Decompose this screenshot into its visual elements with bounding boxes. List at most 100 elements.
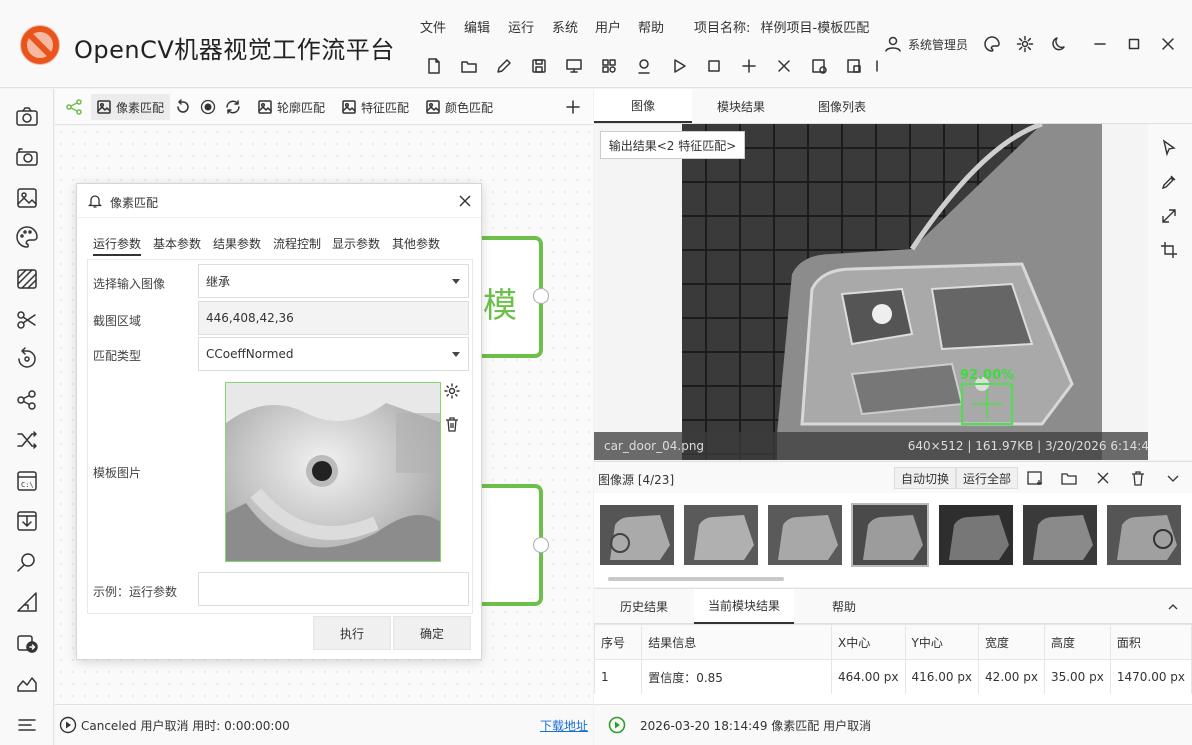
minimize-button[interactable] bbox=[1090, 34, 1110, 54]
user-name[interactable]: 系统管理员 bbox=[908, 36, 968, 53]
roi-field[interactable]: 446,408,42,36 bbox=[198, 301, 469, 335]
sidebar-capture[interactable] bbox=[13, 143, 41, 171]
modules-button[interactable] bbox=[591, 52, 626, 80]
match-type-select[interactable]: CCoeffNormed bbox=[198, 337, 469, 371]
dialog-tab-other-params[interactable]: 其他参数 bbox=[392, 235, 440, 252]
sidebar-image[interactable] bbox=[13, 184, 41, 212]
window-close-button[interactable] bbox=[1158, 34, 1178, 54]
chevron-up-icon[interactable] bbox=[1166, 600, 1180, 614]
sidebar-shuffle[interactable] bbox=[13, 426, 41, 454]
flow-graph-toggle[interactable] bbox=[65, 97, 83, 117]
dialog-tab-result-params[interactable]: 结果参数 bbox=[213, 235, 261, 252]
close-icon[interactable] bbox=[457, 193, 473, 209]
input-image-select[interactable]: 继承 bbox=[198, 264, 469, 298]
sidebar-menu[interactable] bbox=[13, 711, 41, 739]
sidebar-search[interactable] bbox=[13, 548, 41, 576]
dialog-tab-flow-control[interactable]: 流程控制 bbox=[273, 235, 321, 252]
tab-image[interactable]: 图像 bbox=[594, 89, 692, 123]
template-image[interactable] bbox=[225, 382, 441, 562]
sidebar-crop[interactable] bbox=[13, 306, 41, 334]
tab-current-module-results[interactable]: 当前模块结果 bbox=[694, 589, 794, 624]
download-link[interactable]: 下载地址 bbox=[540, 717, 588, 734]
skin-button[interactable] bbox=[982, 34, 1002, 54]
save-button[interactable] bbox=[521, 52, 556, 80]
gear-icon[interactable] bbox=[443, 382, 461, 400]
image-viewer[interactable]: 92.00% bbox=[594, 124, 1148, 460]
run-button[interactable] bbox=[661, 52, 696, 80]
tab-image-list[interactable]: 图像列表 bbox=[790, 89, 894, 123]
sidebar-camera[interactable] bbox=[13, 103, 41, 131]
sidebar-rotate[interactable] bbox=[13, 345, 41, 373]
flow-node-port[interactable] bbox=[533, 537, 549, 553]
close-icon[interactable] bbox=[1094, 469, 1112, 487]
add-image-icon[interactable] bbox=[1026, 469, 1044, 487]
monitor-button[interactable] bbox=[556, 52, 591, 80]
flow-tab-loop[interactable] bbox=[225, 97, 241, 117]
thumbnail-scrollbar[interactable] bbox=[598, 575, 1182, 583]
flow-node-port[interactable] bbox=[533, 288, 549, 304]
folder-icon[interactable] bbox=[1060, 469, 1078, 487]
user-area[interactable]: 系统管理员 bbox=[884, 35, 968, 53]
run-all-button[interactable]: 运行全部 bbox=[956, 467, 1019, 489]
thumbnail[interactable] bbox=[684, 505, 758, 565]
sidebar-output[interactable] bbox=[13, 507, 41, 535]
calendar-check-button[interactable] bbox=[836, 52, 871, 80]
crop-icon[interactable] bbox=[1159, 240, 1179, 260]
settings-button[interactable] bbox=[1015, 34, 1035, 54]
thumbnail-selected[interactable] bbox=[851, 503, 929, 567]
new-file-button[interactable] bbox=[416, 52, 451, 80]
confirm-button[interactable]: 确定 bbox=[393, 616, 471, 650]
flow-tab-pixel-match[interactable]: 像素匹配 bbox=[91, 94, 171, 120]
thumbnail[interactable] bbox=[768, 505, 842, 565]
add-flow-button[interactable] bbox=[565, 97, 581, 117]
eyedropper-icon[interactable] bbox=[1159, 172, 1179, 192]
dialog-tab-basic-params[interactable]: 基本参数 bbox=[153, 235, 201, 252]
thumbnail[interactable] bbox=[600, 505, 674, 565]
sidebar-script[interactable]: C:\ bbox=[13, 467, 41, 495]
scrollbar-thumb[interactable] bbox=[608, 577, 784, 581]
auto-switch-button[interactable]: 自动切换 bbox=[894, 467, 957, 489]
add-button[interactable] bbox=[731, 52, 766, 80]
menu-system[interactable]: 系统 bbox=[552, 17, 578, 36]
cursor-icon[interactable] bbox=[1159, 138, 1179, 158]
sidebar-blob[interactable] bbox=[13, 386, 41, 414]
flow-tab-color-match[interactable]: 颜色匹配 bbox=[426, 97, 493, 117]
thumbnail[interactable] bbox=[1023, 505, 1097, 565]
dialog-tab-run-params[interactable]: 运行参数 bbox=[93, 235, 142, 256]
example-input[interactable] bbox=[198, 572, 469, 606]
thumbnail[interactable] bbox=[1107, 505, 1181, 565]
tab-help[interactable]: 帮助 bbox=[794, 589, 894, 624]
flow-tab-refresh[interactable] bbox=[175, 97, 191, 117]
dialog-tab-display-params[interactable]: 显示参数 bbox=[332, 235, 380, 252]
sidebar-measure[interactable] bbox=[13, 588, 41, 616]
more-tools-button[interactable] bbox=[871, 52, 885, 80]
chevron-down-icon[interactable] bbox=[1164, 469, 1182, 487]
flow-tab-contour-match[interactable]: 轮廓匹配 bbox=[258, 97, 325, 117]
thumbnail[interactable] bbox=[939, 505, 1013, 565]
menu-edit[interactable]: 编辑 bbox=[464, 17, 490, 36]
sidebar-filter[interactable] bbox=[13, 265, 41, 293]
sidebar-chart[interactable] bbox=[13, 668, 41, 696]
calendar-add-button[interactable] bbox=[801, 52, 836, 80]
maximize-button[interactable] bbox=[1124, 34, 1144, 54]
sidebar-color[interactable] bbox=[13, 223, 41, 251]
trash-icon[interactable] bbox=[1129, 469, 1147, 487]
edit-button[interactable] bbox=[486, 52, 521, 80]
table-row[interactable]: 1 置信度：0.85 464.00 px 416.00 px 42.00 px … bbox=[593, 659, 1192, 695]
open-folder-button[interactable] bbox=[451, 52, 486, 80]
execute-button[interactable]: 执行 bbox=[313, 616, 391, 650]
stop-button[interactable] bbox=[696, 52, 731, 80]
sidebar-export[interactable] bbox=[13, 628, 41, 656]
tab-module-result[interactable]: 模块结果 bbox=[692, 89, 790, 123]
flow-tab-feature-match[interactable]: 特征匹配 bbox=[342, 97, 409, 117]
close-button[interactable] bbox=[766, 52, 801, 80]
trash-icon[interactable] bbox=[443, 415, 461, 433]
output-result-label[interactable]: 输出结果<2 特征匹配> bbox=[600, 131, 745, 159]
flow-tab-record[interactable] bbox=[200, 97, 216, 117]
resize-icon[interactable] bbox=[1159, 206, 1179, 226]
tab-history-results[interactable]: 历史结果 bbox=[594, 589, 694, 624]
theme-button[interactable] bbox=[1050, 34, 1070, 54]
menu-file[interactable]: 文件 bbox=[420, 17, 446, 36]
menu-help[interactable]: 帮助 bbox=[638, 17, 664, 36]
camera-button[interactable] bbox=[626, 52, 661, 80]
